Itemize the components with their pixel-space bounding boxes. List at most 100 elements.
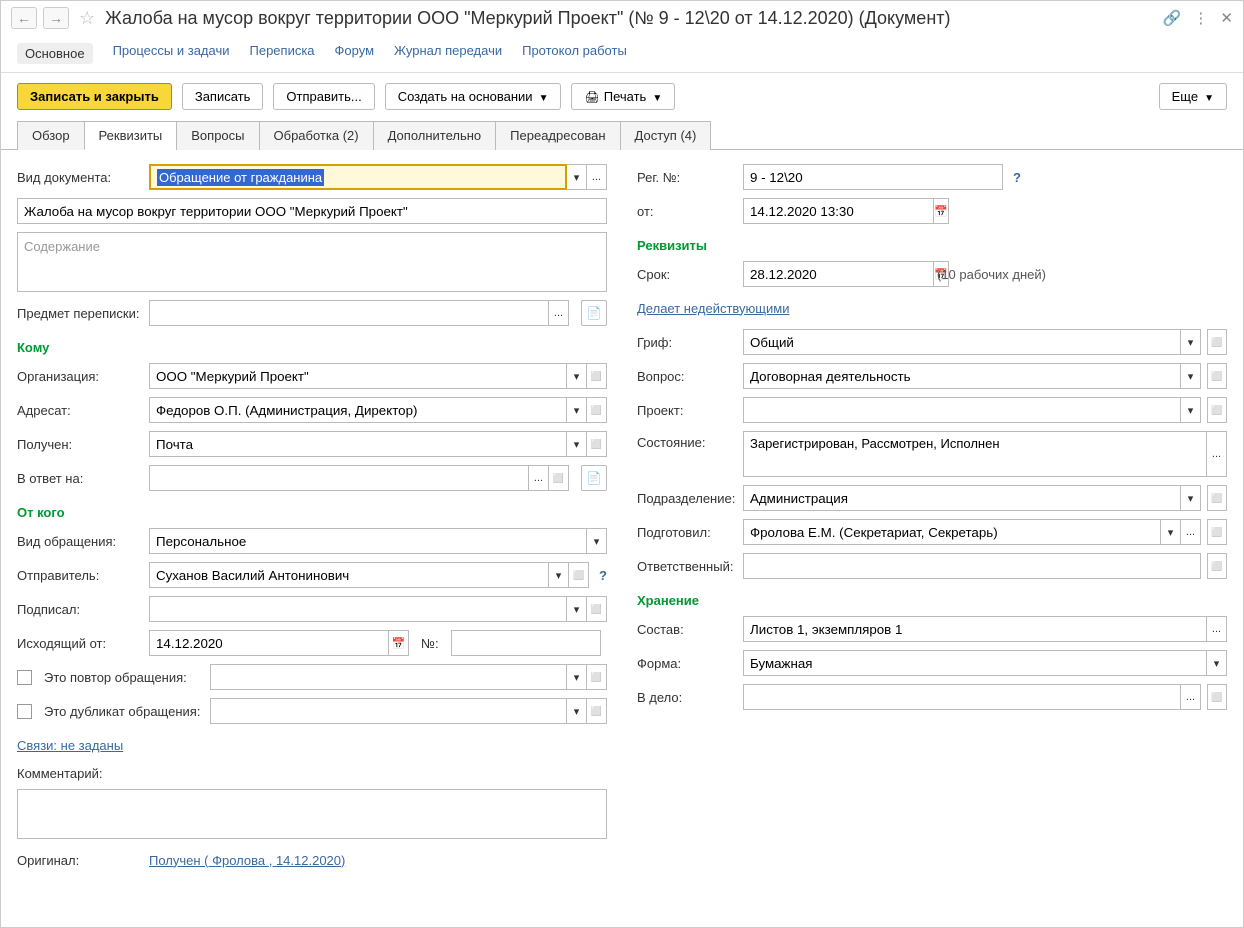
org-input[interactable] (149, 363, 567, 389)
signed-input[interactable] (149, 596, 567, 622)
addressee-input[interactable] (149, 397, 567, 423)
link-correspondence[interactable]: Переписка (250, 43, 315, 64)
invalidates-link[interactable]: Делает недействующими (637, 301, 789, 316)
send-button[interactable]: Отправить... (273, 83, 374, 110)
help-icon[interactable]: ? (1013, 170, 1021, 185)
create-based-button[interactable]: Создать на основании▼ (385, 83, 562, 110)
tab-forwarded[interactable]: Переадресован (495, 121, 620, 150)
open-button[interactable] (587, 596, 607, 622)
outgoing-num-input[interactable] (451, 630, 601, 656)
copy-icon[interactable] (581, 300, 607, 326)
dropdown-button[interactable]: ▾ (1181, 329, 1201, 355)
tab-questions[interactable]: Вопросы (176, 121, 259, 150)
open-button[interactable] (1207, 553, 1227, 579)
dropdown-button[interactable]: ▾ (1181, 485, 1201, 511)
link-icon[interactable]: 🔗 (1163, 9, 1182, 27)
composition-input[interactable] (743, 616, 1207, 642)
dropdown-button[interactable]: ▾ (567, 431, 587, 457)
open-button[interactable] (1207, 519, 1227, 545)
open-button[interactable] (549, 465, 569, 491)
reply-to-input[interactable] (149, 465, 529, 491)
save-button[interactable]: Записать (182, 83, 264, 110)
open-button[interactable] (569, 562, 589, 588)
tab-overview[interactable]: Обзор (17, 121, 85, 150)
open-button[interactable] (587, 397, 607, 423)
open-button[interactable] (1207, 684, 1227, 710)
link-transfer-log[interactable]: Журнал передачи (394, 43, 502, 64)
link-main[interactable]: Основное (17, 43, 93, 64)
close-icon[interactable]: ✕ (1220, 9, 1233, 27)
dept-input[interactable] (743, 485, 1181, 511)
question-input[interactable] (743, 363, 1181, 389)
link-forum[interactable]: Форум (335, 43, 375, 64)
dropdown-button[interactable]: ▾ (567, 664, 587, 690)
appeal-type-input[interactable] (149, 528, 587, 554)
dropdown-button[interactable]: ▾ (567, 164, 587, 190)
dropdown-button[interactable]: ▾ (1181, 363, 1201, 389)
save-close-button[interactable]: Записать и закрыть (17, 83, 172, 110)
open-button[interactable] (1207, 363, 1227, 389)
term-input[interactable] (743, 261, 934, 287)
copy-icon[interactable] (581, 465, 607, 491)
in-case-input[interactable] (743, 684, 1181, 710)
repeat-checkbox[interactable] (17, 670, 32, 685)
grif-input[interactable] (743, 329, 1181, 355)
corr-subject-input[interactable] (149, 300, 549, 326)
dropdown-button[interactable]: ▾ (567, 698, 587, 724)
tab-access[interactable]: Доступ (4) (620, 121, 712, 150)
dropdown-button[interactable]: ▾ (1207, 650, 1227, 676)
state-input[interactable]: Зарегистрирован, Рассмотрен, Исполнен (743, 431, 1207, 477)
calendar-icon[interactable] (389, 630, 409, 656)
more-button[interactable]: Еще▼ (1159, 83, 1227, 110)
print-button[interactable]: Печать▼ (571, 83, 675, 110)
ellipsis-button[interactable]: ... (529, 465, 549, 491)
open-button[interactable] (587, 698, 607, 724)
open-button[interactable] (587, 664, 607, 690)
original-link[interactable]: Получен ( Фролова , 14.12.2020) (149, 853, 345, 868)
kebab-menu-icon[interactable]: ⋮ (1193, 9, 1208, 27)
tab-requisites[interactable]: Реквизиты (84, 121, 178, 150)
outgoing-date-input[interactable] (149, 630, 389, 656)
project-input[interactable] (743, 397, 1181, 423)
open-button[interactable] (587, 431, 607, 457)
open-button[interactable] (1207, 397, 1227, 423)
dropdown-button[interactable]: ▾ (1161, 519, 1181, 545)
prepared-input[interactable] (743, 519, 1161, 545)
doc-type-input[interactable]: Обращение от гражданина (149, 164, 567, 190)
back-button[interactable]: ← (11, 7, 37, 29)
tab-additional[interactable]: Дополнительно (373, 121, 497, 150)
duplicate-input[interactable] (210, 698, 567, 724)
responsible-input[interactable] (743, 553, 1201, 579)
link-work-protocol[interactable]: Протокол работы (522, 43, 627, 64)
dropdown-button[interactable]: ▾ (587, 528, 607, 554)
dropdown-button[interactable]: ▾ (567, 397, 587, 423)
open-button[interactable] (1207, 485, 1227, 511)
ellipsis-button[interactable]: ... (549, 300, 569, 326)
ellipsis-button[interactable]: ... (1207, 431, 1227, 477)
ellipsis-button[interactable]: ... (1207, 616, 1227, 642)
calendar-icon[interactable] (934, 198, 949, 224)
from-date-input[interactable] (743, 198, 934, 224)
subject-input[interactable] (17, 198, 607, 224)
links-link[interactable]: Связи: не заданы (17, 738, 123, 753)
ellipsis-button[interactable]: ... (1181, 519, 1201, 545)
dropdown-button[interactable]: ▾ (1181, 397, 1201, 423)
dropdown-button[interactable]: ▾ (567, 363, 587, 389)
open-button[interactable] (587, 363, 607, 389)
repeat-input[interactable] (210, 664, 567, 690)
favorite-star-icon[interactable]: ☆ (79, 8, 95, 29)
content-textarea[interactable]: Содержание (17, 232, 607, 292)
link-processes[interactable]: Процессы и задачи (113, 43, 230, 64)
dropdown-button[interactable]: ▾ (567, 596, 587, 622)
tab-processing[interactable]: Обработка (2) (259, 121, 374, 150)
reg-num-input[interactable] (743, 164, 1003, 190)
received-input[interactable] (149, 431, 567, 457)
sender-input[interactable] (149, 562, 549, 588)
ellipsis-button[interactable]: ... (587, 164, 607, 190)
dropdown-button[interactable]: ▾ (549, 562, 569, 588)
comment-textarea[interactable] (17, 789, 607, 839)
duplicate-checkbox[interactable] (17, 704, 32, 719)
open-button[interactable] (1207, 329, 1227, 355)
forward-button[interactable]: → (43, 7, 69, 29)
help-icon[interactable]: ? (599, 568, 607, 583)
